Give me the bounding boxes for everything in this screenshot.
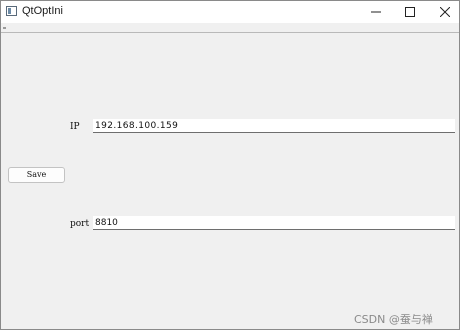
port-input[interactable]: [93, 216, 455, 230]
save-button[interactable]: Save: [8, 167, 65, 183]
menu-grip: [3, 27, 6, 29]
maximize-button[interactable]: [393, 1, 427, 23]
minimize-button[interactable]: [359, 1, 393, 23]
close-button[interactable]: [428, 1, 462, 23]
watermark-text: CSDN @蚕与禅: [354, 313, 433, 326]
title-bar[interactable]: QtOptIni: [1, 1, 459, 23]
port-label: port: [70, 219, 90, 229]
menu-bar: [1, 24, 459, 33]
ip-input[interactable]: [93, 119, 455, 133]
minimize-icon: [371, 11, 381, 13]
app-window-icon: [6, 6, 17, 16]
app-window: QtOptIni IP Save port: [0, 0, 460, 330]
window-title: QtOptIni: [22, 5, 63, 17]
close-icon: [440, 7, 450, 17]
ip-label: IP: [70, 122, 80, 132]
maximize-icon: [405, 7, 415, 17]
